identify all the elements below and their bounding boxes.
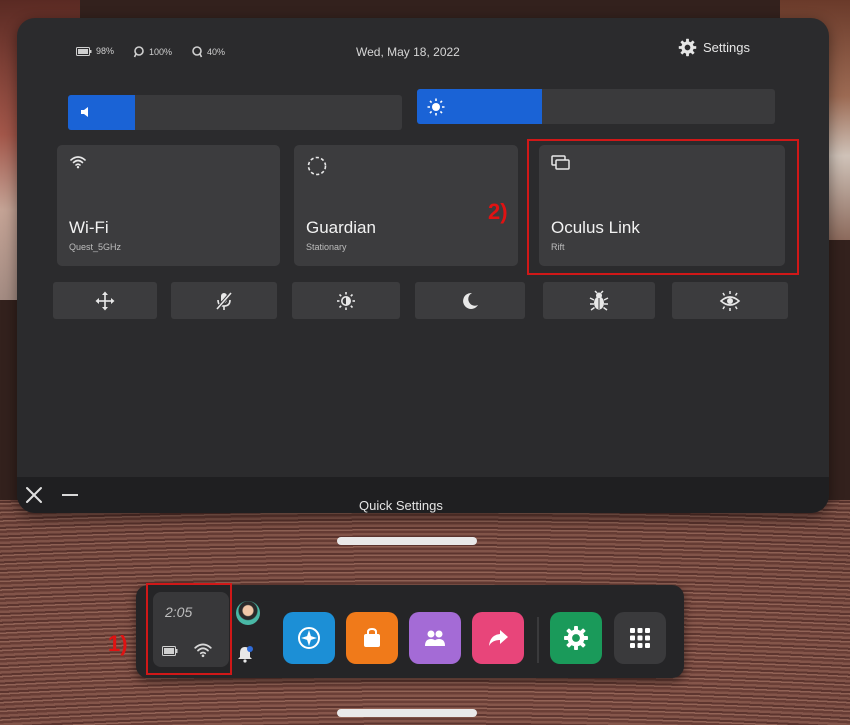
- guardian-tile-title: Guardian: [306, 218, 376, 237]
- auto-brightness-icon: [337, 291, 355, 310]
- dock-drag-handle[interactable]: [337, 709, 477, 717]
- passthrough-button[interactable]: [672, 282, 788, 319]
- headset-battery-icon: [76, 46, 92, 56]
- settings-button[interactable]: Settings: [678, 38, 750, 57]
- mic-mute-button[interactable]: [171, 282, 277, 319]
- volume-icon: [81, 107, 88, 117]
- wifi-tile[interactable]: Wi-Fi Quest_5GHz: [57, 145, 280, 266]
- annotation-box-status-card: [146, 583, 232, 675]
- grid-icon: [630, 628, 650, 648]
- panel-drag-handle[interactable]: [337, 537, 477, 545]
- store-bag-icon: [364, 627, 380, 647]
- night-mode-button[interactable]: [415, 282, 525, 319]
- people-icon: [425, 630, 445, 646]
- right-controller-icon: [192, 46, 203, 58]
- notifications-icon[interactable]: [236, 645, 254, 663]
- minimize-button[interactable]: [62, 494, 78, 496]
- explore-icon: [298, 627, 320, 649]
- wifi-icon: [70, 156, 86, 169]
- avatar[interactable]: [236, 601, 260, 625]
- explore-app-button[interactable]: [283, 612, 335, 664]
- volume-slider[interactable]: [68, 95, 402, 130]
- share-app-button[interactable]: [472, 612, 524, 664]
- passthrough-icon: [719, 290, 741, 311]
- guardian-tile-subtitle: Stationary: [306, 242, 347, 252]
- night-mode-icon: [463, 292, 478, 309]
- bug-report-button[interactable]: [543, 282, 655, 319]
- panel-title: Quick Settings: [359, 498, 443, 513]
- move-icon: [95, 291, 115, 310]
- left-controller-value: 100%: [149, 47, 173, 57]
- annotation-label-1: 1): [108, 631, 128, 656]
- brightness-icon: [427, 98, 445, 116]
- brightness-slider[interactable]: [417, 89, 775, 124]
- headset-battery-status: 98%: [76, 46, 114, 56]
- settings-app-button[interactable]: [550, 612, 602, 664]
- move-button[interactable]: [53, 282, 157, 319]
- headset-battery-value: 98%: [96, 46, 115, 56]
- wifi-tile-title: Wi-Fi: [69, 218, 109, 237]
- people-app-button[interactable]: [409, 612, 461, 664]
- settings-label: Settings: [703, 40, 750, 55]
- dock-separator: [537, 617, 539, 663]
- gear-icon: [678, 38, 697, 57]
- guardian-tile[interactable]: Guardian Stationary: [294, 145, 518, 266]
- annotation-box-oculus-link: [527, 139, 799, 275]
- wifi-tile-subtitle: Quest_5GHz: [69, 242, 122, 252]
- close-icon[interactable]: [25, 486, 43, 504]
- mic-mute-icon: [215, 291, 233, 310]
- settings-gear-icon: [564, 626, 588, 650]
- app-library-button[interactable]: [614, 612, 666, 664]
- store-app-button[interactable]: [346, 612, 398, 664]
- share-arrow-icon: [489, 630, 508, 646]
- left-controller-icon: [133, 46, 144, 58]
- right-controller-value: 40%: [207, 47, 226, 57]
- bug-report-icon: [589, 289, 609, 311]
- annotation-label-2: 2): [488, 199, 508, 224]
- auto-brightness-button[interactable]: [292, 282, 400, 319]
- date-display: Wed, May 18, 2022: [356, 45, 460, 59]
- guardian-icon: [307, 156, 327, 176]
- right-controller-status: 40%: [191, 46, 225, 58]
- left-controller-status: 100%: [133, 46, 172, 58]
